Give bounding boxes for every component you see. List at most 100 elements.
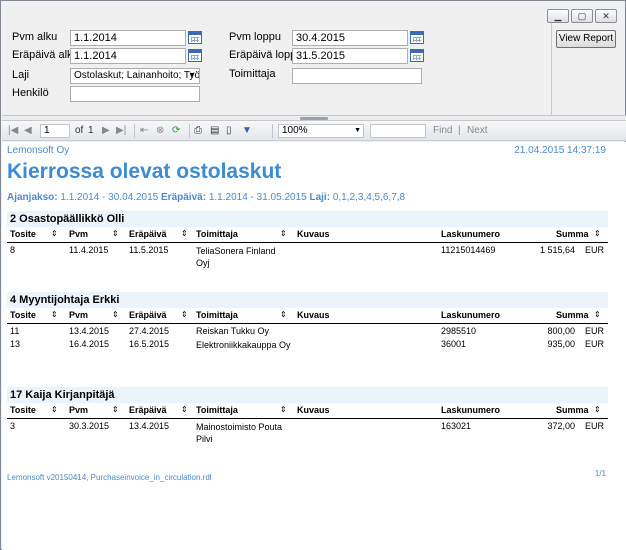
cell-laskunumero: 2985510 (441, 326, 477, 336)
print-layout-icon[interactable]: ▤ (210, 124, 219, 138)
sort-icon[interactable]: ⇕ (181, 405, 188, 414)
period-label: Ajanjakso: (7, 192, 58, 203)
col-summa: Summa (556, 310, 589, 320)
pvm-loppu-input[interactable]: 30.4.2015 (292, 30, 408, 46)
erapaiva-alku-input[interactable]: 1.1.2014 (70, 48, 186, 64)
calendar-icon[interactable] (188, 31, 202, 44)
sort-icon[interactable]: ⇕ (594, 229, 601, 238)
cell-currency: EUR (585, 421, 605, 431)
cell-summa: 1 515,64 (539, 245, 575, 255)
sort-icon[interactable]: ⇕ (181, 229, 188, 238)
calendar-icon[interactable] (410, 31, 424, 44)
sort-icon[interactable]: ⇕ (280, 229, 287, 238)
group-header: 4 Myyntijohtaja Erkki (7, 292, 608, 308)
sort-icon[interactable]: ⇕ (51, 229, 58, 238)
calendar-icon[interactable] (410, 49, 424, 62)
report-datetime: 21.04.2015 14:37:19 (514, 145, 606, 156)
cell-summa: 935,00 (547, 339, 575, 349)
cell-pvm: 13.4.2015 (69, 326, 110, 336)
type-label: Laji: (309, 192, 331, 203)
next-page-icon[interactable]: ▶ (102, 124, 110, 138)
cell-summa: 800,00 (547, 326, 575, 336)
report-group: 17 Kaija Kirjanpitäjä Tosite ⇕ Pvm ⇕ Erä… (7, 387, 608, 445)
sort-icon[interactable]: ⇕ (51, 310, 58, 319)
sort-icon[interactable]: ⇕ (181, 310, 188, 319)
sort-icon[interactable]: ⇕ (112, 229, 119, 238)
toolbar-separator (272, 124, 273, 138)
view-report-button[interactable]: View Report (556, 30, 616, 48)
pvm-alku-input[interactable]: 1.1.2014 (70, 30, 186, 46)
toolbar-separator (134, 124, 135, 138)
col-erapaiva: Eräpäivä (129, 405, 167, 415)
print-icon[interactable]: ⎙ (194, 124, 202, 138)
pvm-alku-label: Pvm alku (12, 31, 58, 43)
panel-divider (551, 23, 552, 119)
export-icon[interactable]: ▼ (242, 124, 252, 138)
first-page-icon[interactable]: |◀ (8, 124, 18, 138)
next-link[interactable]: Next (467, 124, 488, 138)
toimittaja-input[interactable] (292, 68, 422, 84)
col-kuvaus: Kuvaus (297, 405, 330, 415)
page-setup-icon[interactable]: ▯ (226, 124, 232, 138)
splitter-grip[interactable] (300, 117, 328, 120)
cell-toimittaja: Mainostoimisto Pouta Pilvi (196, 422, 283, 444)
sort-icon[interactable]: ⇕ (280, 405, 287, 414)
stop-icon[interactable]: ⊗ (156, 124, 164, 138)
type-value: 0,1,2,3,4,5,6,7,8 (332, 192, 406, 203)
report-group: 4 Myyntijohtaja Erkki Tosite ⇕ Pvm ⇕ Erä… (7, 292, 608, 363)
col-tosite: Tosite (10, 229, 36, 239)
company-name: Lemonsoft Oy (7, 145, 70, 156)
refresh-icon[interactable]: ⟳ (172, 124, 180, 138)
cell-pvm: 11.4.2015 (69, 245, 109, 255)
cell-laskunumero: 36001 (441, 339, 467, 349)
cell-toimittaja: TeliaSonera Finland Oyj (196, 246, 276, 268)
cell-laskunumero: 11215014469 (441, 245, 496, 255)
report-page: Lemonsoft Oy 21.04.2015 14:37:19 Kierros… (2, 142, 626, 550)
sort-icon[interactable]: ⇕ (280, 310, 287, 319)
cell-tosite: 13 (10, 339, 21, 349)
last-page-icon[interactable]: ▶| (116, 124, 126, 138)
previous-page-icon[interactable]: ◀ (24, 124, 32, 138)
table-row: 11 13.4.2015 27.4.2015 Reiskan Tukku Oy … (7, 324, 608, 337)
erapaiva-alku-label: Eräpäivä alku (12, 49, 79, 61)
calendar-icon[interactable] (188, 49, 202, 62)
page-indicator: 1/1 (594, 469, 606, 478)
back-icon[interactable]: ⇤ (140, 124, 148, 138)
sort-icon[interactable]: ⇕ (112, 405, 119, 414)
cell-pvm: 16.4.2015 (69, 339, 110, 349)
sort-icon[interactable]: ⇕ (51, 405, 58, 414)
sort-icon[interactable]: ⇕ (594, 310, 601, 319)
col-summa: Summa (556, 405, 589, 415)
sort-icon[interactable]: ⇕ (112, 310, 119, 319)
col-laskunumero: Laskunumero (441, 310, 501, 320)
maximize-icon[interactable]: ▢ (571, 9, 593, 23)
zoom-value: 100% (282, 125, 308, 136)
find-link[interactable]: Find (433, 124, 452, 138)
of-label: of (75, 125, 84, 136)
group-header: 2 Osastopäällikkö Olli (7, 211, 608, 227)
sort-icon[interactable]: ⇕ (594, 405, 601, 414)
col-pvm: Pvm (69, 405, 89, 415)
cell-tosite: 3 (10, 421, 16, 431)
laji-label: Laji (12, 69, 30, 81)
parameter-panel: Pvm alku 1.1.2014 Pvm loppu 30.4.2015 Er… (2, 23, 551, 119)
toimittaja-label: Toimittaja (229, 68, 276, 80)
col-laskunumero: Laskunumero (441, 405, 501, 415)
total-pages: 1 (88, 125, 94, 136)
cell-currency: EUR (585, 326, 605, 336)
find-input[interactable] (370, 124, 426, 138)
laji-select[interactable]: Ostolaskut; Lainanhoito; Työna ▼ (70, 68, 200, 84)
col-tosite: Tosite (10, 405, 36, 415)
group-header: 17 Kaija Kirjanpitäjä (7, 387, 608, 403)
cell-tosite: 11 (10, 326, 20, 336)
col-toimittaja: Toimittaja (196, 229, 238, 239)
page-number-input[interactable]: 1 (40, 124, 70, 138)
minimize-icon[interactable]: ▁ (547, 9, 569, 23)
report-criteria: Ajanjakso: 1.1.2014 - 30.04.2015 Eräpäiv… (7, 192, 405, 203)
henkilo-input[interactable] (70, 86, 200, 102)
zoom-select[interactable]: 100% ▼ (278, 124, 364, 138)
close-icon[interactable]: ✕ (595, 9, 617, 23)
toolbar-separator (189, 124, 190, 138)
laji-select-value: Ostolaskut; Lainanhoito; Työna (74, 70, 200, 81)
erapaiva-loppu-input[interactable]: 31.5.2015 (292, 48, 408, 64)
